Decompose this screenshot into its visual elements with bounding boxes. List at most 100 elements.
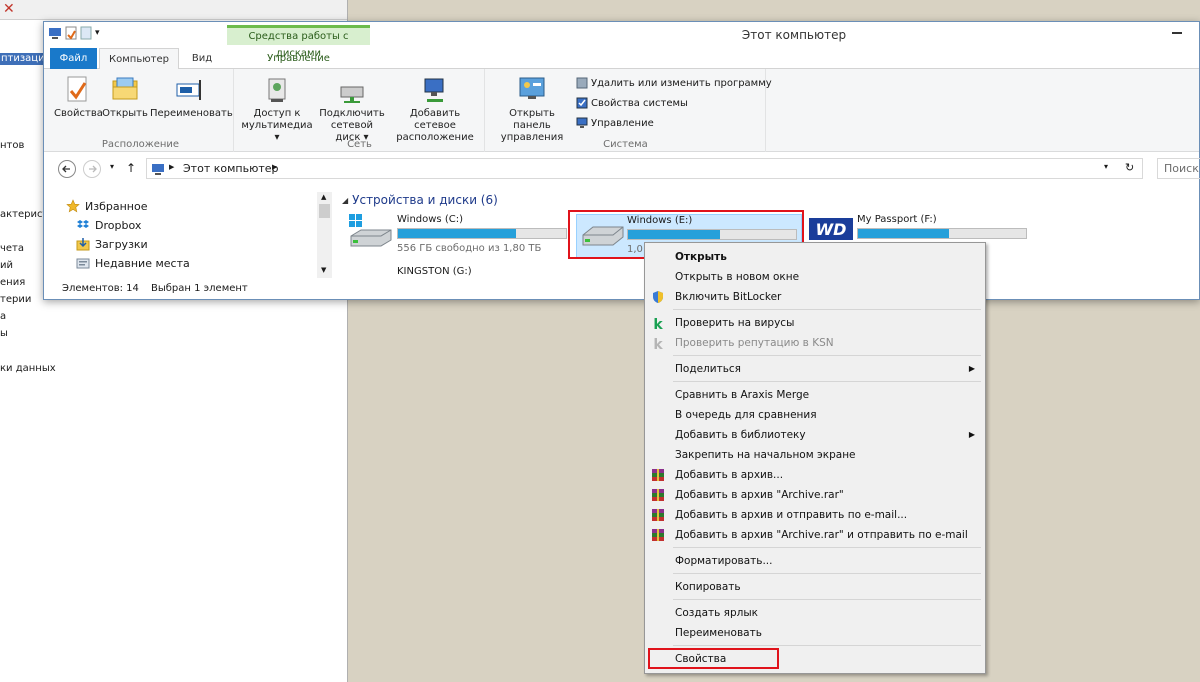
menu-separator bbox=[673, 381, 981, 382]
control-panel-button[interactable]: Открыть панель управления bbox=[490, 75, 574, 144]
nav-item-dropbox[interactable]: Dropbox bbox=[76, 218, 141, 232]
menu-item-label: Проверить на вирусы bbox=[675, 317, 795, 329]
background-tree-item[interactable]: ки данных bbox=[0, 363, 56, 375]
menu-item-add-library[interactable]: Добавить в библиотеку ▶ bbox=[645, 425, 985, 445]
quick-access-toolbar: ▾ bbox=[48, 26, 100, 40]
scroll-thumb[interactable] bbox=[319, 204, 330, 218]
rename-button[interactable]: Переименовать bbox=[150, 75, 233, 120]
properties-icon[interactable] bbox=[65, 26, 77, 40]
uninstall-label: Удалить или изменить программу bbox=[591, 77, 772, 89]
menu-item-add-archive[interactable]: Добавить в архив... bbox=[645, 465, 985, 485]
menu-item-rename[interactable]: Переименовать bbox=[645, 623, 985, 643]
media-access-button[interactable]: Доступ к мультимедиа ▾ bbox=[239, 75, 315, 144]
menu-item-open[interactable]: Открыть bbox=[645, 247, 985, 267]
menu-item-open-new-window[interactable]: Открыть в новом окне bbox=[645, 267, 985, 287]
scroll-up-icon[interactable]: ▲ bbox=[321, 193, 326, 201]
background-tree-item[interactable]: птизация bbox=[0, 53, 44, 65]
menu-item-pin-start[interactable]: Закрепить на начальном экране bbox=[645, 445, 985, 465]
control-panel-icon bbox=[516, 75, 548, 105]
menu-item-bitlocker[interactable]: Включить BitLocker bbox=[645, 287, 985, 307]
nav-item-favorites[interactable]: Избранное bbox=[66, 199, 147, 213]
open-folder-icon bbox=[109, 75, 141, 105]
manage-button[interactable]: Управление bbox=[576, 117, 654, 129]
forward-button[interactable] bbox=[83, 160, 101, 178]
menu-item-copy[interactable]: Копировать bbox=[645, 577, 985, 597]
system-properties-label: Свойства системы bbox=[591, 97, 688, 109]
close-icon[interactable]: ✕ bbox=[3, 1, 15, 17]
winrar-icon bbox=[651, 528, 665, 542]
properties-button[interactable]: Свойства bbox=[54, 75, 103, 120]
system-properties-button[interactable]: Свойства системы bbox=[576, 97, 688, 109]
background-tree-item[interactable]: актерист bbox=[0, 209, 48, 221]
search-input[interactable]: Поиск: bbox=[1157, 158, 1200, 179]
add-network-location-button[interactable]: Добавить сетевое расположение bbox=[389, 75, 481, 144]
nav-item-label: Загрузки bbox=[95, 237, 148, 251]
background-tree-item[interactable]: ий bbox=[0, 260, 13, 272]
tab-view[interactable]: Вид bbox=[182, 48, 222, 69]
background-tree-item[interactable]: чета bbox=[0, 243, 24, 255]
menu-item-add-archive-rar[interactable]: Добавить в архив "Archive.rar" bbox=[645, 485, 985, 505]
qat-dropdown-icon[interactable]: ▾ bbox=[95, 28, 100, 38]
background-tree-item[interactable]: нтов bbox=[0, 140, 24, 152]
drive-usage-fill bbox=[398, 229, 516, 238]
menu-item-araxis[interactable]: Сравнить в Araxis Merge bbox=[645, 385, 985, 405]
menu-item-label: Проверить репутацию в KSN bbox=[675, 337, 834, 349]
drive-c[interactable]: Windows (C:) 556 ГБ свободно из 1,80 ТБ bbox=[347, 214, 572, 258]
recent-locations-icon[interactable]: ▾ bbox=[110, 162, 114, 171]
address-dropdown-icon[interactable]: ▾ bbox=[1104, 162, 1108, 171]
drive-free-space: 556 ГБ свободно из 1,80 ТБ bbox=[397, 243, 542, 254]
background-tree-item[interactable]: ения bbox=[0, 277, 25, 289]
breadcrumb-arrow-icon[interactable]: ▶ bbox=[169, 163, 174, 171]
menu-item-share[interactable]: Поделиться ▶ bbox=[645, 359, 985, 379]
network-location-icon bbox=[419, 75, 451, 105]
background-tree-item[interactable]: ы bbox=[0, 328, 8, 340]
scroll-down-icon[interactable]: ▼ bbox=[321, 266, 326, 274]
media-server-icon bbox=[261, 75, 293, 105]
submenu-arrow-icon: ▶ bbox=[968, 364, 975, 373]
menu-item-archive-rar-email[interactable]: Добавить в архив "Archive.rar" и отправи… bbox=[645, 525, 985, 545]
drive-name: My Passport (F:) bbox=[857, 214, 937, 225]
computer-icon[interactable] bbox=[48, 27, 62, 39]
refresh-icon[interactable]: ↻ bbox=[1125, 161, 1134, 174]
menu-item-archive-email[interactable]: Добавить в архив и отправить по e-mail..… bbox=[645, 505, 985, 525]
group-header[interactable]: ◢ Устройства и диски (6) bbox=[342, 193, 498, 207]
address-bar[interactable]: ▶ Этот компьютер ▶ ▾ ↻ bbox=[146, 158, 1143, 179]
tab-computer[interactable]: Компьютер bbox=[99, 48, 179, 70]
dropbox-icon bbox=[76, 218, 90, 232]
back-button[interactable] bbox=[58, 160, 76, 178]
drive-g[interactable]: KINGSTON (G:) bbox=[397, 265, 567, 278]
nav-item-recent-places[interactable]: Недавние места bbox=[76, 256, 190, 270]
drive-usage-fill bbox=[858, 229, 949, 238]
ribbon-group-location: Свойства Открыть Переименовать Расположе… bbox=[48, 69, 234, 152]
new-folder-icon[interactable] bbox=[80, 26, 92, 40]
breadcrumb-arrow-icon[interactable]: ▶ bbox=[272, 163, 277, 171]
up-arrow-icon[interactable]: ↑ bbox=[126, 161, 136, 175]
menu-item-scan-virus[interactable]: k Проверить на вирусы bbox=[645, 313, 985, 333]
ribbon-group-network: Доступ к мультимедиа ▾ Подключить сетево… bbox=[235, 69, 485, 152]
nav-item-downloads[interactable]: Загрузки bbox=[76, 237, 148, 251]
menu-separator bbox=[673, 355, 981, 356]
tab-manage[interactable]: Управление bbox=[227, 48, 370, 69]
background-tree-item[interactable]: а bbox=[0, 311, 6, 323]
menu-item-label: Добавить в архив и отправить по e-mail..… bbox=[675, 509, 908, 521]
svg-text:k: k bbox=[653, 337, 663, 350]
uninstall-program-button[interactable]: Удалить или изменить программу bbox=[576, 77, 772, 89]
menu-item-queue-compare[interactable]: В очередь для сравнения bbox=[645, 405, 985, 425]
menu-item-label: В очередь для сравнения bbox=[675, 409, 817, 421]
menu-item-create-shortcut[interactable]: Создать ярлык bbox=[645, 603, 985, 623]
minimize-button[interactable] bbox=[1172, 32, 1182, 34]
menu-item-format[interactable]: Форматировать... bbox=[645, 551, 985, 571]
menu-item-label: Включить BitLocker bbox=[675, 291, 782, 303]
menu-item-ksn-reputation[interactable]: k Проверить репутацию в KSN bbox=[645, 333, 985, 353]
tab-file[interactable]: Файл bbox=[50, 48, 97, 69]
open-button[interactable]: Открыть bbox=[102, 75, 148, 120]
collapse-group-icon[interactable]: ◢ bbox=[342, 196, 348, 205]
ribbon-tabs: Файл Компьютер Вид Управление bbox=[44, 48, 1199, 70]
item-count: Элементов: 14 bbox=[62, 283, 139, 294]
map-drive-button[interactable]: Подключить сетевой диск ▾ bbox=[317, 75, 387, 144]
navigation-scrollbar[interactable]: ▲ ▼ bbox=[317, 192, 332, 278]
system-properties-icon bbox=[576, 97, 588, 109]
breadcrumb[interactable]: Этот компьютер bbox=[183, 162, 279, 175]
background-tree-item[interactable]: терии bbox=[0, 294, 31, 306]
open-label: Открыть bbox=[102, 108, 148, 119]
